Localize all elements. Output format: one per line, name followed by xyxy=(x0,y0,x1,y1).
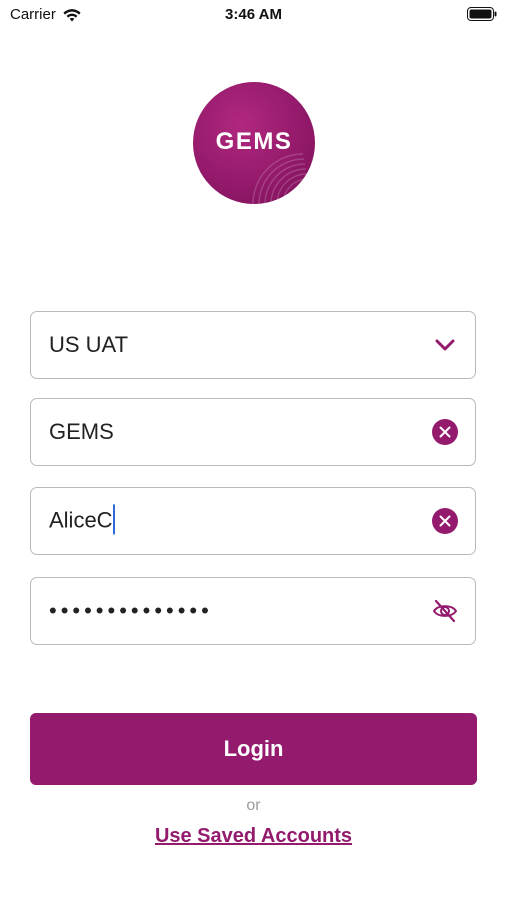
eye-off-icon[interactable] xyxy=(431,597,459,625)
environment-select[interactable]: US UAT xyxy=(30,311,476,379)
password-value: •••••••••••••• xyxy=(49,598,213,623)
text-caret xyxy=(112,504,115,535)
status-time: 3:46 AM xyxy=(225,6,282,23)
status-bar: Carrier 3:46 AM xyxy=(0,0,507,30)
login-button[interactable]: Login xyxy=(30,713,477,785)
username-value: AliceC xyxy=(49,507,113,533)
environment-value: US UAT xyxy=(49,332,129,357)
username-value-wrapper: AliceC xyxy=(49,504,115,535)
clear-icon[interactable] xyxy=(431,507,459,535)
battery-icon xyxy=(467,7,497,21)
or-separator: or xyxy=(246,797,261,814)
company-value: GEMS xyxy=(49,419,114,444)
gems-logo: GEMS xyxy=(193,82,315,204)
use-saved-accounts-link[interactable]: Use Saved Accounts xyxy=(0,825,507,848)
username-field[interactable]: AliceC xyxy=(30,487,476,555)
logo-text: GEMS xyxy=(215,128,293,155)
password-field[interactable]: •••••••••••••• xyxy=(30,577,476,645)
clear-icon[interactable] xyxy=(431,418,459,446)
chevron-down-icon[interactable] xyxy=(431,331,459,359)
company-field[interactable]: GEMS xyxy=(30,398,476,466)
